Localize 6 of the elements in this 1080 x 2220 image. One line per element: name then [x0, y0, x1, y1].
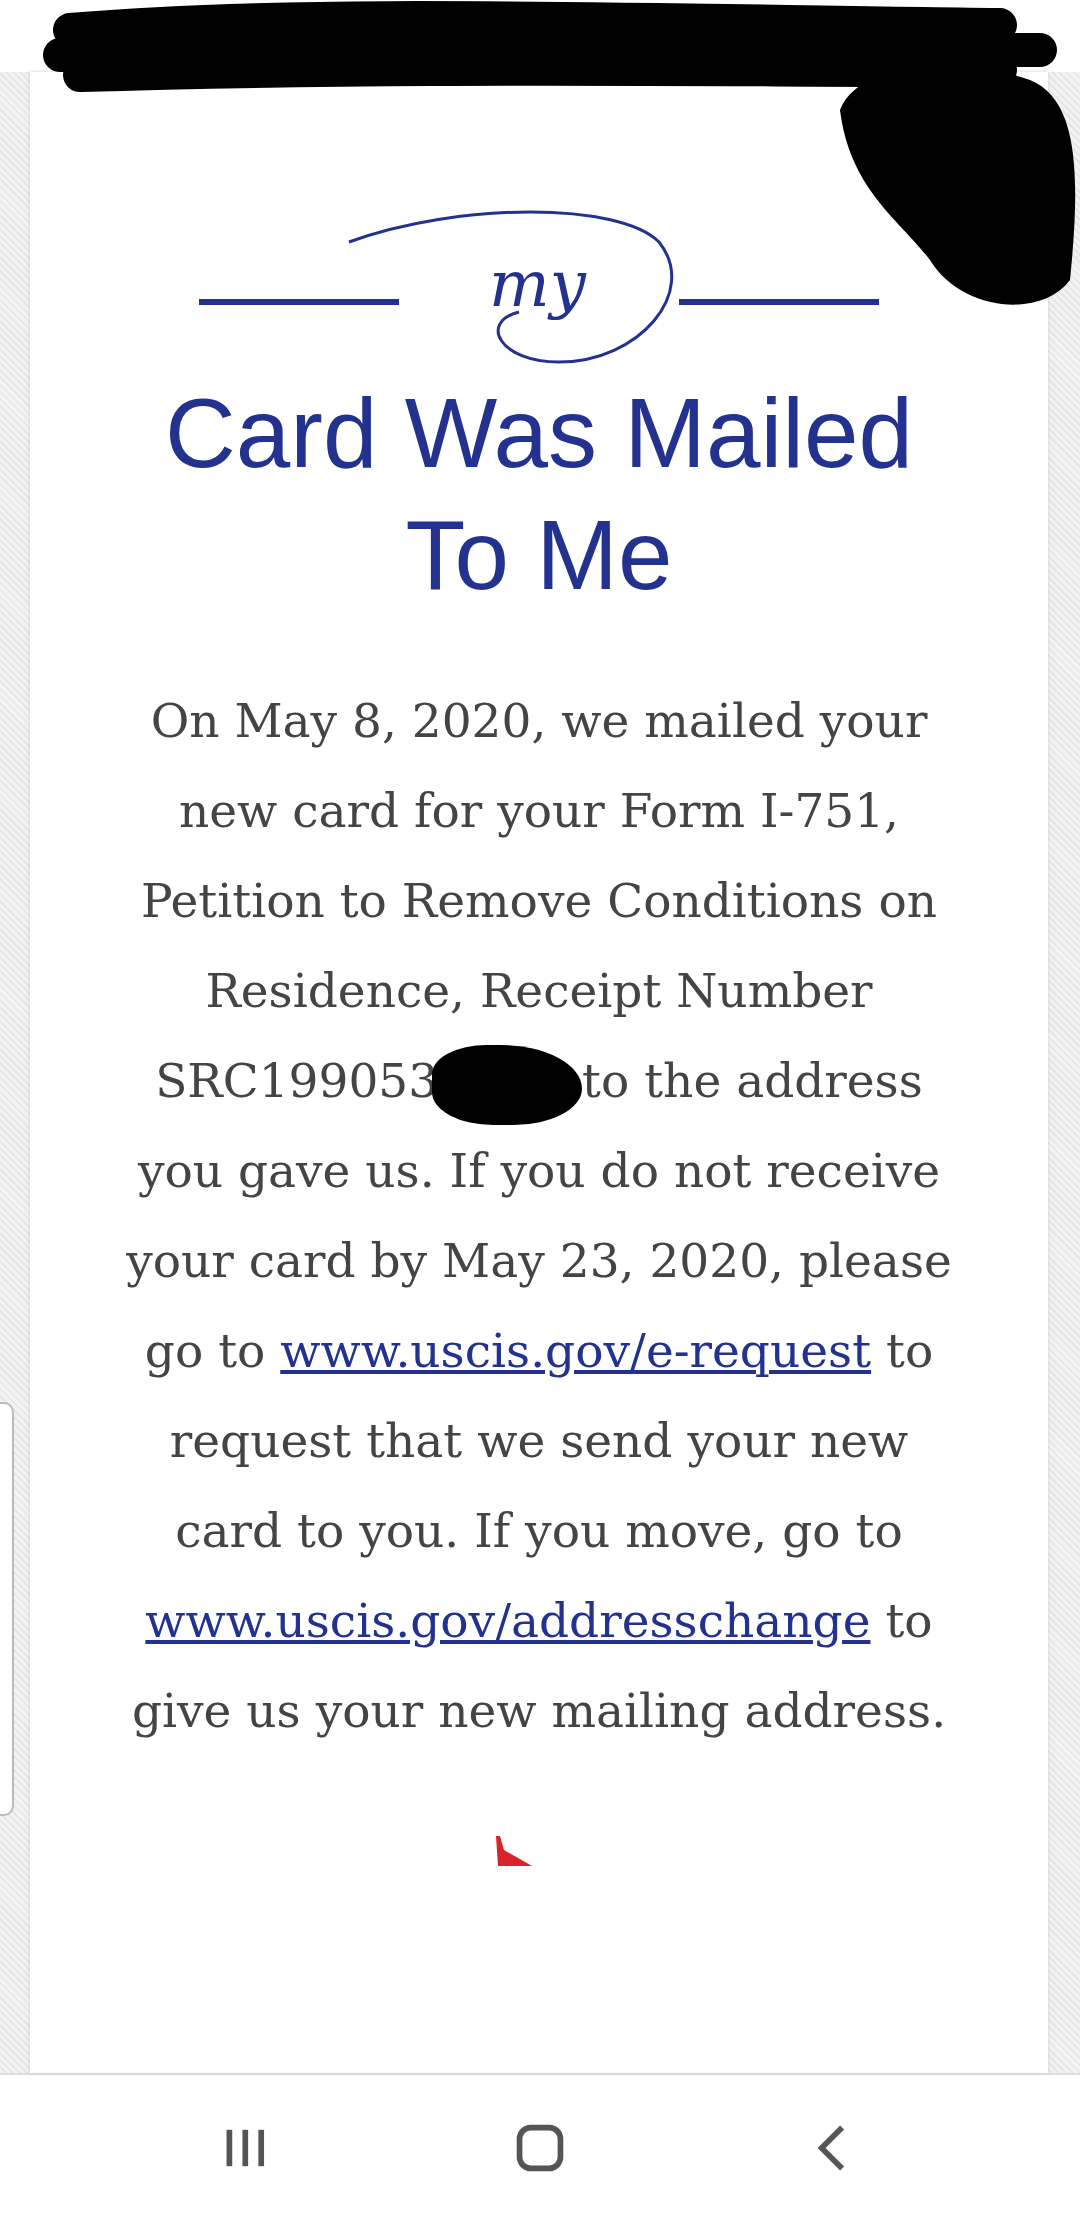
link[interactable]: www.uscis.gov/addresschange	[145, 1593, 871, 1648]
home-icon[interactable]	[515, 2122, 565, 2173]
link[interactable]: www.uscis.gov/e-request	[280, 1323, 872, 1378]
edge-panel-handle[interactable]	[0, 1402, 14, 1816]
page-title: Card Was Mailed To Me	[164, 377, 914, 612]
corner-shape-icon	[494, 1836, 534, 1866]
